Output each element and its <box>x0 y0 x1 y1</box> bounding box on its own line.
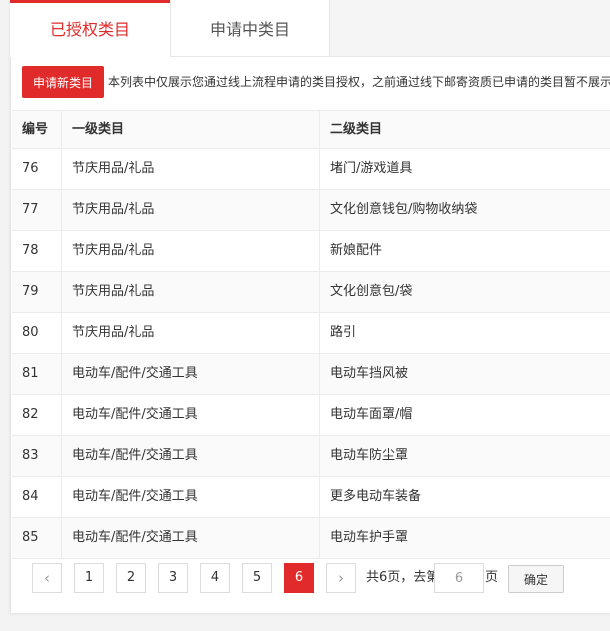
table-row: 85 电动车/配件/交通工具 电动车护手罩 <box>12 518 610 559</box>
table-row: 77 节庆用品/礼品 文化创意钱包/购物收纳袋 <box>12 190 610 231</box>
page-button-2[interactable]: 2 <box>116 563 146 593</box>
cell-level2: 更多电动车装备 <box>330 489 422 504</box>
cell-level2: 电动车护手罩 <box>330 530 409 545</box>
prev-page-button[interactable]: ‹ <box>32 563 62 593</box>
table-row: 79 节庆用品/礼品 文化创意包/袋 <box>12 272 610 313</box>
table-row: 82 电动车/配件/交通工具 电动车面罩/帽 <box>12 395 610 436</box>
cell-level2: 文化创意包/袋 <box>330 284 413 299</box>
page-button-5[interactable]: 5 <box>242 563 272 593</box>
cell-level1: 电动车/配件/交通工具 <box>62 477 320 517</box>
table-row: 76 节庆用品/礼品 堵门/游戏道具 <box>12 149 610 190</box>
header-level2: 二级类目 <box>330 122 383 137</box>
table-row: 84 电动车/配件/交通工具 更多电动车装备 <box>12 477 610 518</box>
cell-level1: 节庆用品/礼品 <box>62 313 320 353</box>
cell-level2: 新娘配件 <box>330 243 383 258</box>
cell-no: 79 <box>12 272 62 312</box>
tab-bar: 已授权类目 申请中类目 <box>10 0 610 57</box>
page-button-1[interactable]: 1 <box>74 563 104 593</box>
apply-new-category-button[interactable]: 申请新类目 <box>22 66 104 98</box>
cell-no: 77 <box>12 190 62 230</box>
header-level1: 一级类目 <box>62 111 320 148</box>
cell-level2: 电动车防尘罩 <box>330 448 409 463</box>
cell-level1: 节庆用品/礼品 <box>62 231 320 271</box>
cell-no: 82 <box>12 395 62 435</box>
cell-level2: 文化创意钱包/购物收纳袋 <box>330 202 478 217</box>
cell-level1: 节庆用品/礼品 <box>62 149 320 189</box>
table-row: 81 电动车/配件/交通工具 电动车挡风被 <box>12 354 610 395</box>
cell-level2: 电动车挡风被 <box>330 366 409 381</box>
tab-applying[interactable]: 申请中类目 <box>170 0 330 56</box>
table-row: 78 节庆用品/礼品 新娘配件 <box>12 231 610 272</box>
goto-page-input[interactable] <box>434 563 484 593</box>
tab-authorized[interactable]: 已授权类目 <box>10 0 170 57</box>
header-no: 编号 <box>12 111 62 148</box>
cell-level1: 电动车/配件/交通工具 <box>62 395 320 435</box>
cell-level2: 电动车面罩/帽 <box>330 407 413 422</box>
cell-level1: 电动车/配件/交通工具 <box>62 436 320 476</box>
page-suffix-text: 页 <box>485 570 499 585</box>
cell-level2: 堵门/游戏道具 <box>330 161 413 176</box>
page-button-4[interactable]: 4 <box>200 563 230 593</box>
next-page-button[interactable]: › <box>326 563 356 593</box>
cell-no: 84 <box>12 477 62 517</box>
page-button-3[interactable]: 3 <box>158 563 188 593</box>
cell-no: 83 <box>12 436 62 476</box>
cell-level1: 节庆用品/礼品 <box>62 272 320 312</box>
table-row: 80 节庆用品/礼品 路引 <box>12 313 610 354</box>
cell-no: 76 <box>12 149 62 189</box>
cell-level1: 电动车/配件/交通工具 <box>62 354 320 394</box>
cell-no: 81 <box>12 354 62 394</box>
cell-level2: 路引 <box>330 325 357 340</box>
cell-level1: 节庆用品/礼品 <box>62 190 320 230</box>
table-header: 编号 一级类目 二级类目 <box>12 110 610 149</box>
notice-text: 本列表中仅展示您通过线上流程申请的类目授权，之前通过线下邮寄资质已申请的类目暂不… <box>108 75 610 89</box>
cell-no: 85 <box>12 518 62 558</box>
table-body: 76 节庆用品/礼品 堵门/游戏道具 77 节庆用品/礼品 文化创意钱包/购物收纳袋 78 节… <box>12 149 610 559</box>
confirm-button[interactable]: 确定 <box>508 565 564 593</box>
cell-no: 78 <box>12 231 62 271</box>
cell-level1: 电动车/配件/交通工具 <box>62 518 320 558</box>
notice-bar: 申请新类目 本列表中仅展示您通过线上流程申请的类目授权，之前通过线下邮寄资质已申… <box>22 66 610 98</box>
total-pages-text: 共6页，去第 <box>366 570 440 585</box>
pagination: ‹ 123456 › 共6页，去第 页 确定 <box>32 563 592 595</box>
category-table: 编号 一级类目 二级类目 76 节庆用品/礼品 堵门/游戏道具 77 节庆用品/礼品 文化… <box>12 110 610 559</box>
page-button-6[interactable]: 6 <box>284 563 314 593</box>
cell-no: 80 <box>12 313 62 353</box>
table-row: 83 电动车/配件/交通工具 电动车防尘罩 <box>12 436 610 477</box>
